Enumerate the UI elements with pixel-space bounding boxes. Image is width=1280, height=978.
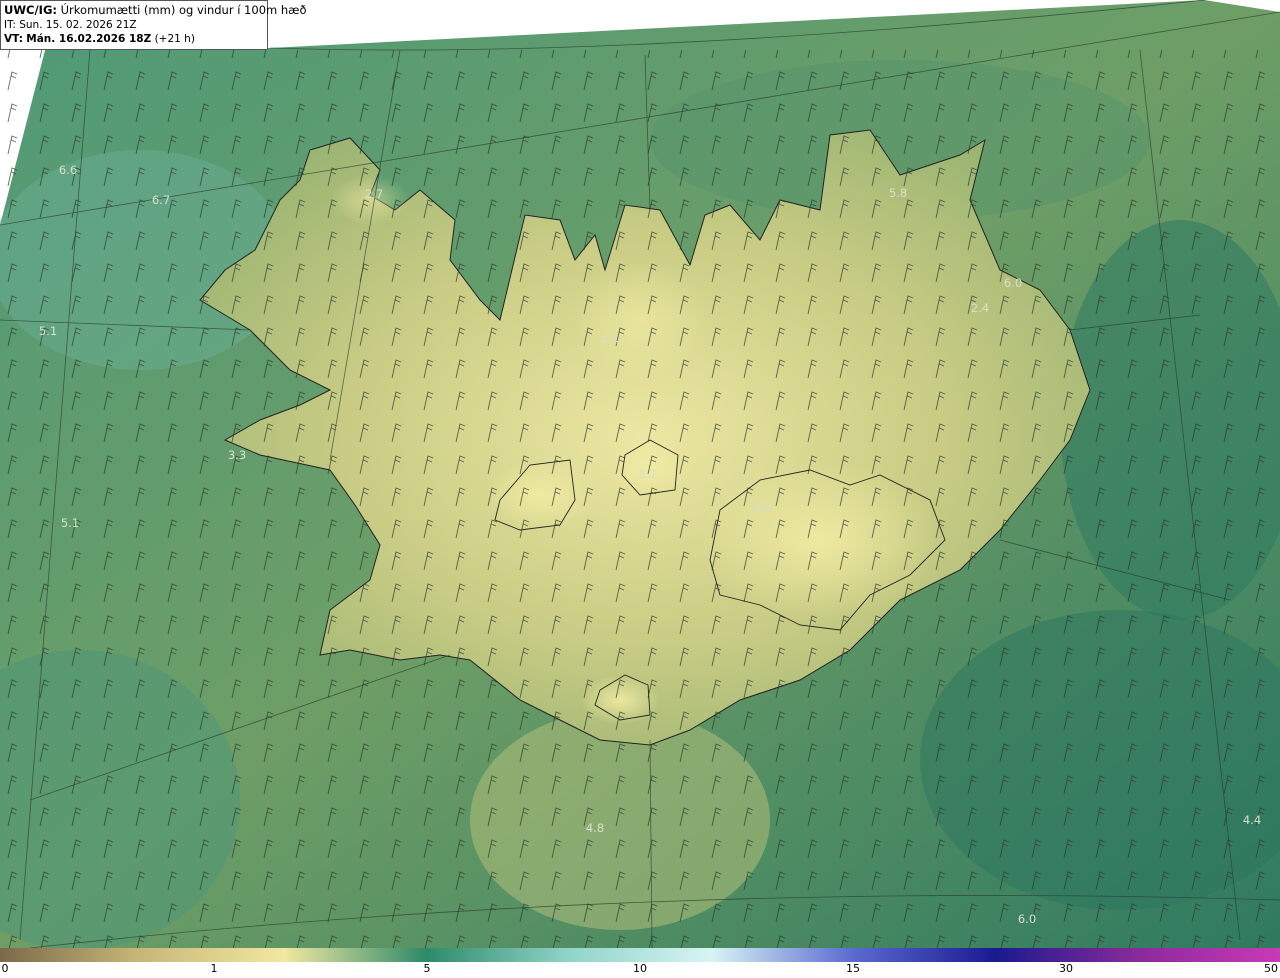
valid-offset: (+21 h) [154, 33, 195, 45]
value-label: 5.1 [38, 324, 58, 338]
value-label: 0.9 [752, 501, 772, 515]
value-label: 6.0 [1003, 276, 1023, 290]
precipitable-water-map [0, 0, 1280, 962]
product-code: UWC/IG: [4, 3, 57, 17]
map-title-box: UWC/IG: Úrkomumætti (mm) og vindur í 100… [0, 0, 307, 50]
value-label: 4.4 [599, 333, 619, 347]
value-label: 6.0 [1017, 912, 1037, 926]
value-label: 4.8 [585, 821, 605, 835]
valid-time: Mán. 16.02.2026 18Z [26, 33, 152, 45]
colorbar-tick: 1 [210, 962, 218, 975]
value-label: 5.1 [60, 516, 80, 530]
init-time: IT: Sun. 15. 02. 2026 21Z [4, 19, 137, 31]
value-label: 1.2 [638, 467, 658, 481]
colorbar-tick: 15 [846, 962, 860, 975]
value-label: 6.6 [58, 163, 78, 177]
colorbar-bar [0, 948, 1280, 962]
valid-prefix: VT: [4, 33, 23, 45]
map-title: Úrkomumætti (mm) og vindur í 100m hæð [60, 3, 307, 17]
colorbar-tick: 5 [423, 962, 431, 975]
value-label: 3.3 [227, 448, 247, 462]
colorbar-tick: 10 [633, 962, 647, 975]
colorbar-tick: 30 [1059, 962, 1073, 975]
colorbar-tick: 0 [1, 962, 9, 975]
value-label: 2.7 [364, 187, 384, 201]
value-label: 2.4 [970, 301, 990, 315]
value-label: 5.8 [888, 186, 908, 200]
value-label: 4.4 [1242, 813, 1262, 827]
colorbar-tick: 50 [1264, 962, 1278, 975]
value-label: 6.7 [151, 193, 171, 207]
